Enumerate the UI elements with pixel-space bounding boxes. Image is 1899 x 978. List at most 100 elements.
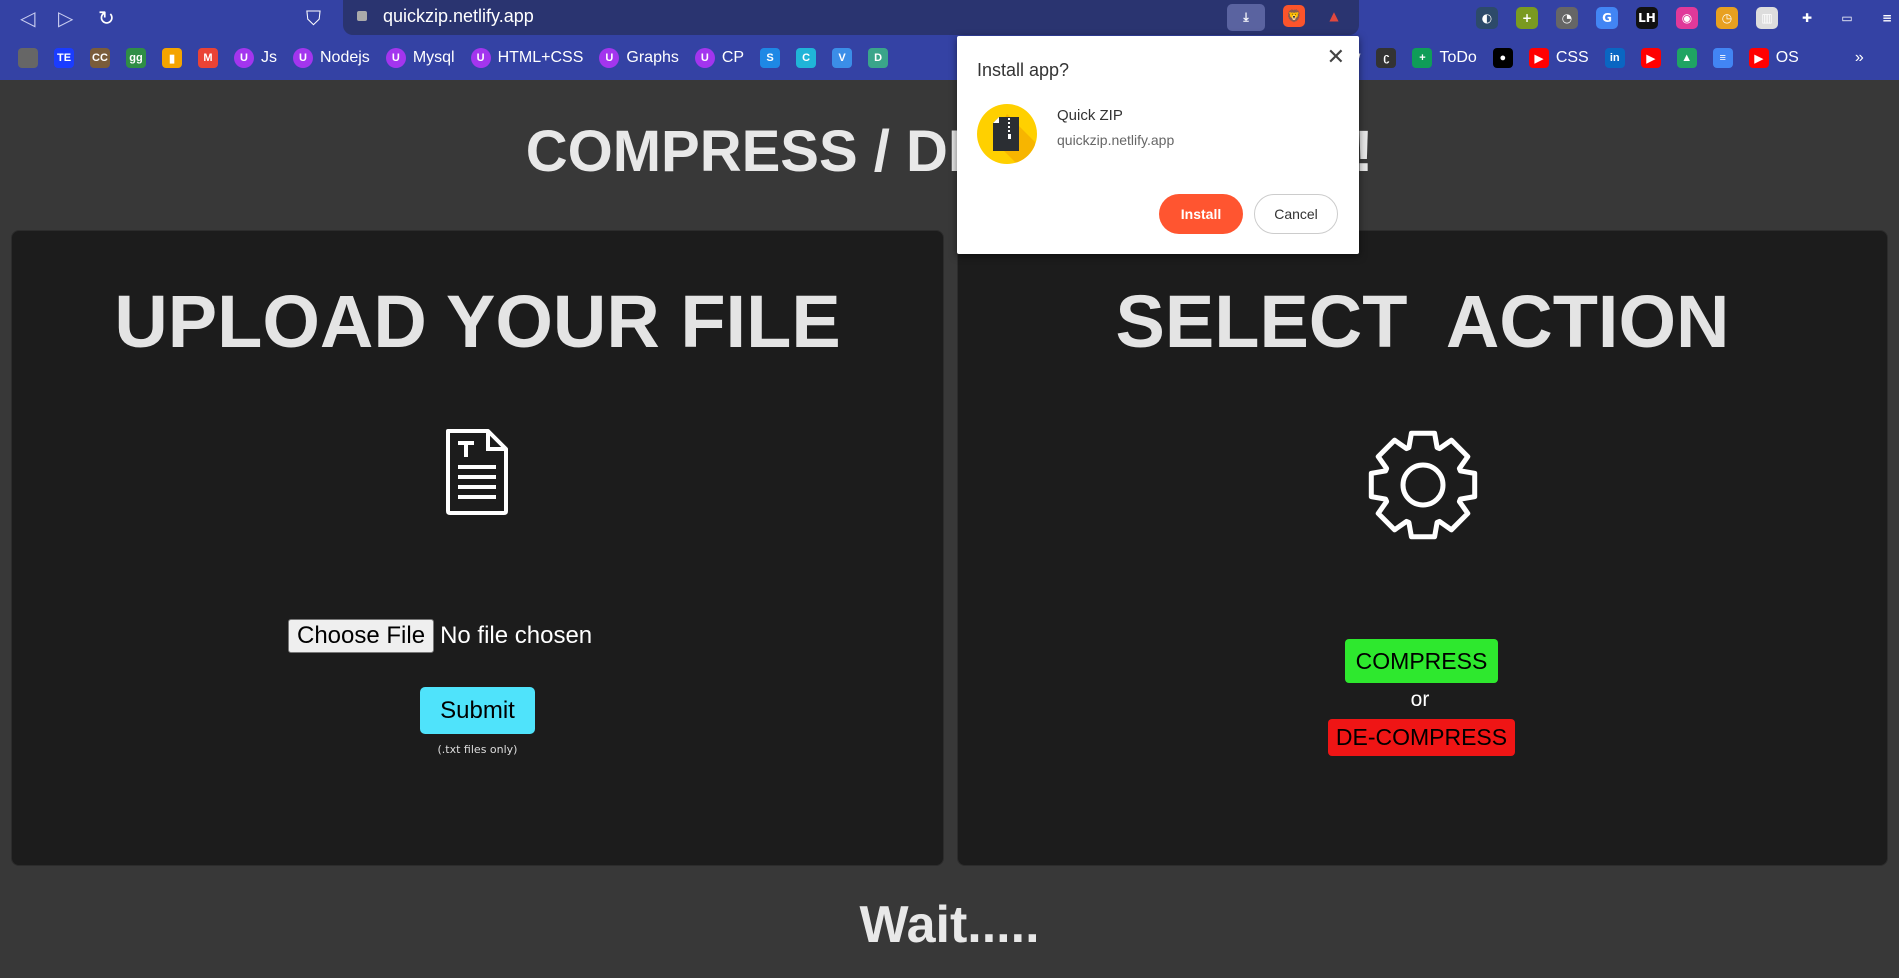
bookmark-label: Graphs	[626, 49, 679, 66]
bookmark-label: ToDo	[1439, 49, 1477, 66]
file-hint: (.txt files only)	[437, 743, 518, 756]
leetcode-icon: ʗ	[1376, 48, 1397, 68]
ext-1-icon[interactable]: ◐	[1476, 7, 1498, 29]
browser-toolbar: ◁ ▷ ↻ ⛉ quickzip.netlify.app ⤓ 🦁 ▲ ◐ + ◔ G L…	[0, 0, 1899, 80]
udemy-icon: U	[385, 48, 406, 68]
udemy-icon: U	[694, 48, 715, 68]
globe-icon	[18, 48, 38, 68]
bookmark-label: OS	[1775, 49, 1799, 66]
todo-icon: +	[1412, 48, 1433, 68]
youtube-music-icon: ▶	[1640, 48, 1661, 68]
file-input[interactable]: Choose File No file chosen	[288, 619, 592, 653]
lock-icon	[357, 11, 367, 21]
brave-icon[interactable]: 🦁	[1283, 5, 1305, 27]
gmail-icon: M	[198, 48, 218, 68]
bookmark-item[interactable]: TE	[54, 48, 74, 68]
stats-icon[interactable]: ▥	[1756, 7, 1778, 29]
upload-panel: UPLOAD YOUR FILE	[11, 230, 944, 866]
color-icon[interactable]: ◉	[1676, 7, 1698, 29]
menu-icon[interactable]: ≡	[1876, 7, 1898, 29]
submit-button[interactable]: Submit	[420, 687, 535, 734]
bookmark-item[interactable]: U CP	[694, 48, 745, 68]
bookmark-item[interactable]: U Js	[234, 48, 277, 68]
bookmark-label: Nodejs	[320, 49, 370, 66]
bookmark-item[interactable]: C	[796, 48, 817, 68]
puzzle-icon[interactable]: ✚	[1796, 7, 1818, 29]
bookmark-item[interactable]: CC	[90, 48, 110, 68]
bookmark-item[interactable]: in	[1604, 48, 1625, 68]
bookmark-icon[interactable]: ⛉	[306, 6, 321, 30]
cc-icon: CC	[90, 48, 110, 68]
bookmark-item[interactable]: U Mysql	[385, 48, 455, 68]
brave-rewards-icon[interactable]: ▲	[1323, 5, 1345, 27]
ext-plus-icon[interactable]: +	[1516, 7, 1538, 29]
bookmark-item[interactable]: ʗ	[1376, 48, 1397, 68]
bookmark-item[interactable]: U Nodejs	[293, 48, 370, 68]
bookmark-item[interactable]: ●	[1492, 48, 1513, 68]
bookmark-item[interactable]: ɡɡ	[126, 48, 146, 68]
decompress-button[interactable]: DE-COMPRESS	[1328, 719, 1515, 756]
page-title: COMPRESS / DE-COMPRESS !	[525, 119, 1374, 184]
bookmark-label: HTML+CSS	[497, 49, 584, 66]
forward-icon[interactable]: ▷	[58, 6, 73, 30]
udemy-icon: U	[293, 48, 313, 68]
action-heading: SELECT ACTION	[1115, 280, 1730, 363]
text-file-icon	[446, 429, 508, 515]
youtube-icon: ▶	[1748, 48, 1769, 68]
youtube-icon: ▶	[1528, 48, 1549, 68]
bookmark-label: Js	[261, 49, 277, 66]
bookmark-item[interactable]: ▶	[1640, 48, 1661, 68]
app-logo-icon	[977, 104, 1037, 164]
url-text[interactable]: quickzip.netlify.app	[383, 6, 534, 27]
action-panel: SELECT ACTION	[957, 230, 1888, 866]
lh-icon[interactable]: LH	[1636, 7, 1658, 29]
more-bookmarks-button[interactable]: »	[1855, 49, 1864, 67]
bookmark-label: Mysql	[412, 49, 455, 66]
bookmark-item[interactable]: M	[198, 48, 218, 68]
bookmark-item[interactable]: V	[832, 48, 853, 68]
or-label: or	[1410, 688, 1430, 711]
translate-icon[interactable]: G	[1596, 7, 1618, 29]
bookmark-item[interactable]: D	[868, 48, 889, 68]
bookmark-label: CP	[721, 49, 745, 66]
choose-file-button[interactable]: Choose File	[288, 619, 435, 653]
app-url: quickzip.netlify.app	[1057, 132, 1175, 148]
address-bar[interactable]: quickzip.netlify.app ⤓ 🦁 ▲	[343, 0, 1359, 35]
dialog-title: Install app?	[977, 60, 1070, 80]
s-icon: S	[760, 48, 781, 68]
timer-icon[interactable]: ◷	[1716, 7, 1738, 29]
upload-heading: UPLOAD YOUR FILE	[114, 280, 841, 363]
gear-icon	[1368, 430, 1478, 540]
bookmark-item[interactable]: + ToDo	[1412, 48, 1477, 68]
reload-icon[interactable]: ↻	[98, 6, 115, 30]
install-button[interactable]: Install	[1159, 194, 1243, 234]
udemy-icon: U	[234, 48, 254, 68]
incognito-icon[interactable]: ◔	[1556, 7, 1578, 29]
te-icon: TE	[54, 48, 74, 68]
canva-icon: C	[796, 48, 817, 68]
analytics-icon: ▮	[162, 48, 182, 68]
bookmark-item[interactable]: ▲	[1676, 48, 1697, 68]
bookmark-item[interactable]: S	[760, 48, 781, 68]
bookmark-item[interactable]: ▮	[162, 48, 182, 68]
wallet-icon[interactable]: ▭	[1836, 7, 1858, 29]
bookmark-item[interactable]: ▶ CSS	[1528, 48, 1589, 68]
cancel-button[interactable]: Cancel	[1254, 194, 1338, 234]
drive-icon: ▲	[1676, 48, 1697, 68]
compress-button[interactable]: COMPRESS	[1345, 639, 1498, 683]
gfg-icon: ɡɡ	[126, 48, 146, 68]
bookmark-item[interactable]: U HTML+CSS	[470, 48, 584, 68]
install-app-icon[interactable]: ⤓	[1227, 4, 1265, 31]
docs-icon: ≡	[1712, 48, 1733, 68]
v-icon: V	[832, 48, 853, 68]
bookmark-item[interactable]: ≡	[1712, 48, 1733, 68]
app-name: Quick ZIP	[1057, 107, 1123, 124]
bookmark-item[interactable]	[18, 48, 38, 68]
close-icon[interactable]: ✕	[1327, 44, 1345, 70]
udemy-icon: U	[599, 48, 620, 68]
dark-icon: ●	[1492, 48, 1513, 68]
bookmark-item[interactable]: U Graphs	[599, 48, 679, 68]
udemy-icon: U	[470, 48, 491, 68]
bookmark-item[interactable]: ▶ OS	[1748, 48, 1799, 68]
back-icon[interactable]: ◁	[20, 6, 35, 30]
